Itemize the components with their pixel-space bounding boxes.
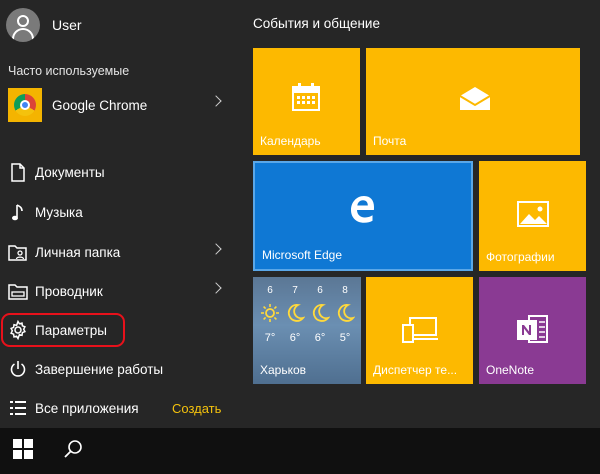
most-used-heading: Часто используемые	[8, 64, 130, 78]
document-icon	[7, 161, 29, 183]
weather-day: 7 6°	[281, 285, 309, 344]
highlight-ring	[1, 313, 125, 347]
phone-laptop-icon	[402, 317, 438, 348]
moon-icon	[335, 303, 356, 323]
menu-item-label: Личная папка	[35, 244, 121, 260]
tile-label: Харьков	[260, 363, 307, 377]
menu-item-file-explorer[interactable]: Проводник	[0, 274, 232, 308]
weather-day: 8 5°	[331, 285, 359, 344]
weather-temp: 7°	[264, 332, 276, 344]
start-left-pane: User Часто используемые Google Chrome До…	[0, 0, 236, 428]
windows-logo-icon	[13, 438, 33, 464]
power-icon	[7, 358, 29, 380]
user-account-button[interactable]: User	[6, 6, 226, 44]
tile-onenote[interactable]: OneNote	[479, 277, 586, 384]
taskbar	[0, 428, 600, 474]
tile-label: Microsoft Edge	[262, 248, 343, 262]
sun-icon	[260, 303, 280, 323]
weather-temp: 5°	[339, 332, 351, 344]
search-button[interactable]	[50, 428, 96, 474]
app-label: Google Chrome	[52, 97, 148, 113]
create-group-link[interactable]: Создать	[172, 401, 221, 416]
all-apps-icon	[7, 397, 29, 419]
menu-item-label: Проводник	[35, 283, 103, 299]
onenote-icon	[515, 313, 549, 350]
weather-day: 6 7°	[256, 285, 284, 344]
weather-day-label: 6	[267, 285, 273, 296]
search-icon	[63, 439, 83, 464]
user-avatar-icon	[6, 8, 40, 42]
app-google-chrome[interactable]: Google Chrome	[0, 87, 232, 123]
tile-mail[interactable]: Почта	[366, 48, 580, 155]
photo-icon	[517, 201, 549, 232]
tile-label: Фотографии	[486, 250, 555, 264]
tile-microsoft-edge[interactable]: Microsoft Edge	[253, 161, 473, 271]
tile-label: Почта	[373, 134, 407, 148]
tile-label: Диспетчер те...	[373, 363, 458, 377]
start-button[interactable]	[0, 428, 46, 474]
tile-photos[interactable]: Фотографии	[479, 161, 586, 271]
menu-item-music[interactable]: Музыка	[0, 195, 232, 229]
menu-item-label: Документы	[35, 164, 105, 180]
tile-label: Календарь	[260, 134, 321, 148]
weather-temp: 6°	[314, 332, 326, 344]
mail-icon	[458, 86, 492, 117]
tile-group-title: События и общение	[253, 16, 380, 31]
menu-item-documents[interactable]: Документы	[0, 155, 232, 189]
file-explorer-icon	[7, 280, 29, 302]
chevron-right-icon[interactable]	[210, 282, 222, 294]
menu-item-label: Все приложения	[35, 400, 139, 416]
tile-phone-companion[interactable]: Диспетчер те...	[366, 277, 473, 384]
tile-weather[interactable]: 6 7° 7 6° 6 6° 8 5° Харьков	[253, 277, 361, 384]
tiles-pane: События и общение Календарь Почта Micros…	[236, 0, 600, 428]
personal-folder-icon	[7, 241, 29, 263]
user-name: User	[52, 17, 82, 33]
menu-item-personal-folder[interactable]: Личная папка	[0, 235, 232, 269]
chevron-right-icon[interactable]	[210, 95, 222, 107]
chrome-icon	[8, 88, 42, 122]
music-note-icon	[7, 201, 29, 223]
weather-day: 6 6°	[306, 285, 334, 344]
weather-day-label: 7	[292, 285, 298, 296]
weather-temp: 6°	[289, 332, 301, 344]
menu-item-label: Завершение работы	[35, 361, 164, 377]
start-menu: User Часто используемые Google Chrome До…	[0, 0, 600, 428]
moon-icon	[310, 303, 331, 323]
calendar-icon	[291, 82, 321, 117]
menu-item-label: Музыка	[35, 204, 83, 220]
chevron-right-icon[interactable]	[210, 243, 222, 255]
menu-item-power[interactable]: Завершение работы	[0, 352, 232, 386]
weather-day-label: 8	[342, 285, 348, 296]
moon-icon	[285, 303, 306, 323]
tile-label: OneNote	[486, 363, 535, 377]
edge-logo-icon	[347, 193, 379, 230]
weather-day-label: 6	[317, 285, 323, 296]
tile-calendar[interactable]: Календарь	[253, 48, 360, 155]
